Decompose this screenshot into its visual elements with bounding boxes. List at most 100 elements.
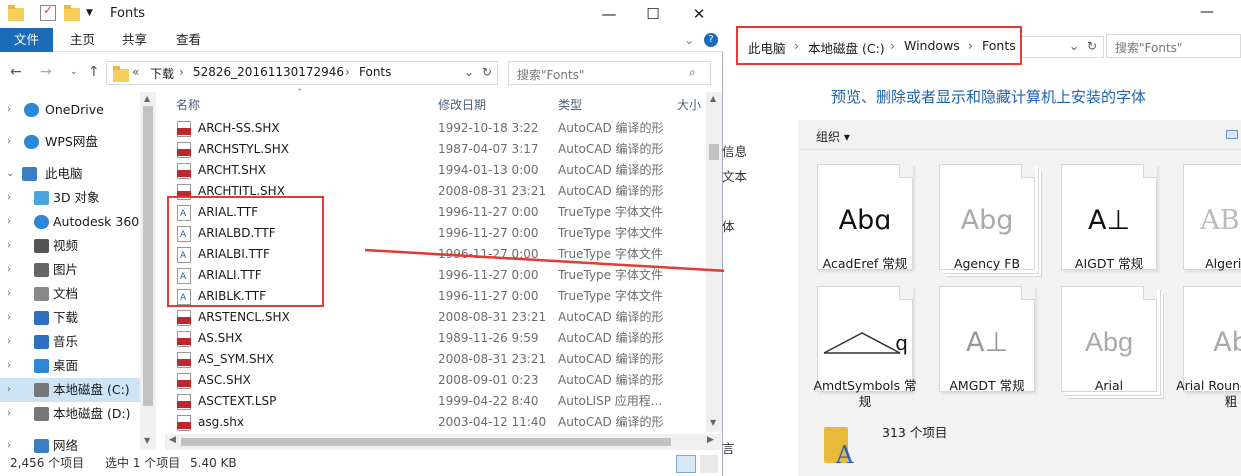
- side-text[interactable]: 言: [722, 438, 735, 457]
- font-tile[interactable]: q: [817, 286, 913, 392]
- expand-chevron-icon[interactable]: ›: [7, 130, 11, 154]
- file-row[interactable]: ARSTENCL.SHX 2008-08-31 23:21 AutoCAD 编译的形: [165, 307, 705, 328]
- nav-item[interactable]: › 文档: [0, 282, 140, 306]
- file-type: AutoCAD 编译的形: [558, 331, 664, 345]
- file-list-hscrollbar[interactable]: ◀ ▶: [165, 434, 721, 450]
- font-name[interactable]: Arial: [1054, 378, 1164, 394]
- file-row[interactable]: asg.shx 2003-04-12 11:40 AutoCAD 编译的形: [165, 412, 705, 433]
- tab-home[interactable]: 主页: [70, 28, 95, 52]
- address-segment[interactable]: 下载: [150, 65, 174, 82]
- nav-item[interactable]: › 3D 对象: [0, 186, 140, 210]
- new-folder-icon[interactable]: [64, 5, 80, 21]
- file-row[interactable]: ARCHT.SHX 1994-01-13 0:00 AutoCAD 编译的形: [165, 160, 705, 181]
- file-row[interactable]: ASCTEXT.LSP 1999-04-22 8:40 AutoLISP 应用程..…: [165, 391, 705, 412]
- nav-item[interactable]: › 视频: [0, 234, 140, 258]
- up-button[interactable]: ↑: [88, 64, 100, 80]
- column-name[interactable]: 名称: [176, 96, 200, 113]
- ribbon-expand-icon[interactable]: ⌄: [684, 28, 694, 52]
- minimize-button[interactable]: —: [586, 0, 632, 28]
- view-options-icon[interactable]: [1226, 130, 1238, 139]
- font-tile[interactable]: A⊥: [1061, 164, 1157, 270]
- address-dropdown-icon[interactable]: ⌄: [1069, 39, 1079, 53]
- font-name[interactable]: Arial Rounded MT 粗: [1176, 378, 1241, 410]
- forward-button[interactable]: →: [40, 64, 52, 80]
- help-icon[interactable]: ?: [704, 33, 718, 47]
- refresh-icon[interactable]: ↻: [1087, 39, 1097, 53]
- address-bar[interactable]: « 下载 › 52826_20161130172946 › Fonts ⌄ ↻: [106, 61, 498, 85]
- search-input[interactable]: 搜索"Fonts" ⌕: [508, 61, 711, 85]
- nav-item[interactable]: › 下载: [0, 306, 140, 330]
- font-name[interactable]: AmdtSymbols 常规: [810, 378, 920, 410]
- breadcrumb-segment[interactable]: 此电脑: [748, 38, 786, 57]
- tab-view[interactable]: 查看: [176, 28, 201, 52]
- search-input[interactable]: 搜索"Fonts": [1106, 34, 1241, 58]
- expand-chevron-icon[interactable]: ›: [7, 354, 11, 378]
- file-row[interactable]: AS.SHX 1989-11-26 9:59 AutoCAD 编译的形: [165, 328, 705, 349]
- nav-item[interactable]: › WPS网盘: [0, 130, 140, 154]
- image-icon: [34, 263, 49, 277]
- back-button[interactable]: ←: [10, 64, 22, 80]
- font-name[interactable]: Algerian: [1176, 256, 1241, 272]
- expand-chevron-icon[interactable]: ›: [7, 258, 11, 282]
- file-row[interactable]: AS_SYM.SHX 2008-08-31 23:21 AutoCAD 编译的形: [165, 349, 705, 370]
- expand-chevron-icon[interactable]: ›: [7, 330, 11, 354]
- address-dropdown-icon[interactable]: ⌄: [464, 65, 474, 79]
- nav-item[interactable]: › 桌面: [0, 354, 140, 378]
- expand-chevron-icon[interactable]: ›: [7, 186, 11, 210]
- expand-chevron-icon[interactable]: ›: [7, 402, 11, 426]
- nav-item[interactable]: › Autodesk 360: [0, 210, 140, 234]
- expand-chevron-icon[interactable]: ⌄: [6, 162, 14, 186]
- file-row[interactable]: ARCHSTYL.SHX 1987-04-07 3:17 AutoCAD 编译的形: [165, 139, 705, 160]
- font-tile[interactable]: Abg: [939, 164, 1035, 270]
- font-name[interactable]: AMGDT 常规: [932, 378, 1042, 394]
- expand-chevron-icon[interactable]: ›: [7, 210, 11, 234]
- expand-chevron-icon[interactable]: ›: [7, 306, 11, 330]
- font-tile[interactable]: A⊥: [939, 286, 1035, 392]
- nav-scrollbar[interactable]: ▲ ▼: [140, 92, 156, 450]
- tab-file[interactable]: 文件: [0, 28, 53, 52]
- expand-chevron-icon[interactable]: ›: [7, 234, 11, 258]
- organize-button[interactable]: 组织 ▾: [816, 128, 850, 145]
- font-tile[interactable]: Abg: [1061, 286, 1157, 392]
- properties-icon[interactable]: ✓: [40, 3, 56, 21]
- details-view-icon[interactable]: [676, 455, 696, 473]
- font-tile[interactable]: ABG: [1183, 164, 1241, 270]
- breadcrumb-segment[interactable]: Fonts: [982, 38, 1016, 53]
- nav-item[interactable]: › 音乐: [0, 330, 140, 354]
- side-text[interactable]: 信息: [722, 141, 747, 160]
- font-name[interactable]: Agency FB: [932, 256, 1042, 272]
- nav-item[interactable]: ⌄ 此电脑: [0, 162, 140, 186]
- maximize-button[interactable]: ☐: [630, 0, 676, 28]
- refresh-icon[interactable]: ↻: [482, 65, 492, 79]
- recent-locations-icon[interactable]: ⌄: [70, 67, 78, 77]
- column-size[interactable]: 大小: [677, 96, 701, 113]
- tab-share[interactable]: 共享: [122, 28, 147, 52]
- side-text[interactable]: 文本: [722, 166, 747, 185]
- address-segment[interactable]: Fonts: [359, 65, 391, 79]
- font-tile[interactable]: Abɑ: [817, 164, 913, 270]
- address-overflow[interactable]: «: [132, 65, 139, 79]
- file-date: 1996-11-27 0:00: [438, 289, 539, 303]
- close-button[interactable]: ✕: [676, 0, 722, 28]
- address-segment[interactable]: 52826_20161130172946: [193, 65, 344, 79]
- file-row[interactable]: ASC.SHX 2008-09-01 0:23 AutoCAD 编译的形: [165, 370, 705, 391]
- quick-access-dropdown-icon[interactable]: ▼: [86, 8, 102, 24]
- minimize-button[interactable]: —: [1200, 4, 1214, 20]
- expand-chevron-icon[interactable]: ›: [7, 282, 11, 306]
- column-type[interactable]: 类型: [558, 96, 582, 113]
- nav-item[interactable]: › 本地磁盘 (C:): [0, 378, 140, 402]
- breadcrumb-segment[interactable]: Windows: [904, 38, 960, 53]
- font-name[interactable]: AIGDT 常规: [1054, 256, 1164, 272]
- breadcrumb-segment[interactable]: 本地磁盘 (C:): [808, 38, 885, 57]
- expand-chevron-icon[interactable]: ›: [7, 378, 11, 402]
- file-row[interactable]: ARCH-SS.SHX 1992-10-18 3:22 AutoCAD 编译的形: [165, 118, 705, 139]
- font-name[interactable]: AcadEref 常规: [810, 256, 920, 272]
- nav-item[interactable]: › OneDrive: [0, 98, 140, 122]
- expand-chevron-icon[interactable]: ›: [7, 98, 11, 122]
- large-icons-view-icon[interactable]: [700, 455, 718, 473]
- column-date[interactable]: 修改日期: [438, 96, 486, 113]
- side-text[interactable]: 体: [722, 216, 735, 235]
- nav-item[interactable]: › 图片: [0, 258, 140, 282]
- nav-item[interactable]: › 本地磁盘 (D:): [0, 402, 140, 426]
- font-tile[interactable]: Ab: [1183, 286, 1241, 392]
